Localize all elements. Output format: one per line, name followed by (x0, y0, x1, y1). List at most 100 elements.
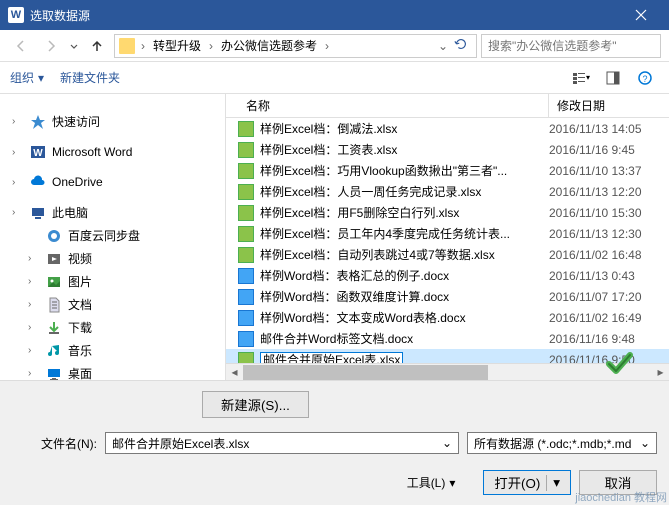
sidebar-item-star[interactable]: › 快速访问 (4, 110, 221, 133)
file-name: 样例Excel档：人员一周任务完成记录.xlsx (260, 183, 549, 200)
search-box[interactable] (481, 34, 661, 58)
file-row[interactable]: 邮件合并原始Excel表.xlsx 2016/11/16 9:50 (226, 349, 669, 363)
file-row[interactable]: 样例Word档：函数双维度计算.docx2016/11/07 17:20 (226, 286, 669, 307)
up-button[interactable] (84, 34, 110, 58)
sidebar-item-cloud[interactable]: ›OneDrive (4, 171, 221, 193)
list-view-icon (572, 71, 586, 85)
address-bar[interactable]: › 转型升级 › 办公微信选题参考 › ⌄ (114, 34, 477, 58)
chevron-down-icon (68, 38, 80, 54)
excel-file-icon (238, 184, 254, 200)
sidebar-item-desktop[interactable]: ›桌面 (4, 362, 221, 380)
file-name: 样例Excel档：用F5删除空白行列.xlsx (260, 204, 549, 221)
bottom-panel: 新建源(S)... 文件名(N): 邮件合并原始Excel表.xlsx ⌄ 所有… (0, 380, 669, 505)
file-name: 样例Excel档：巧用Vlookup函数揪出"第三者"... (260, 162, 549, 179)
sidebar-item-baidu[interactable]: 百度云同步盘 (4, 224, 221, 247)
file-list[interactable]: 样例Excel档：倒减法.xlsx2016/11/13 14:05样例Excel… (226, 118, 669, 363)
file-row[interactable]: 样例Excel档：工资表.xlsx2016/11/16 9:45 (226, 139, 669, 160)
star-icon (30, 114, 46, 130)
word-file-icon (238, 289, 254, 305)
horizontal-scrollbar[interactable]: ◂ ▸ (226, 363, 669, 380)
organize-button[interactable]: 组织 ▾ (10, 69, 44, 86)
chevron-down-icon: ▾ (38, 71, 44, 85)
breadcrumb-item[interactable]: 办公微信选题参考 (217, 35, 321, 56)
sidebar-item-label: 音乐 (68, 342, 92, 359)
svg-text:?: ? (642, 74, 647, 84)
file-row[interactable]: 样例Excel档：人员一周任务完成记录.xlsx2016/11/13 12:20 (226, 181, 669, 202)
file-row[interactable]: 样例Excel档：自动列表跳过4或7等数据.xlsx2016/11/02 16:… (226, 244, 669, 265)
music-icon (46, 343, 62, 359)
sidebar-item-music[interactable]: › 音乐 (4, 339, 221, 362)
video-icon (46, 251, 62, 267)
chevron-down-icon[interactable]: ▾ (546, 475, 560, 491)
sidebar-item-document[interactable]: ›文档 (4, 293, 221, 316)
sidebar-item-label: 快速访问 (52, 113, 100, 130)
sidebar-item-word[interactable]: ›WMicrosoft Word (4, 141, 221, 163)
forward-button[interactable] (38, 34, 64, 58)
sidebar-item-pc[interactable]: ›此电脑 (4, 201, 221, 224)
file-name: 样例Word档：函数双维度计算.docx (260, 288, 549, 305)
scroll-right-icon[interactable]: ▸ (652, 364, 669, 381)
open-button[interactable]: 打开(O) ▾ (483, 470, 571, 495)
file-row[interactable]: 样例Excel档：用F5删除空白行列.xlsx2016/11/10 15:30 (226, 202, 669, 223)
expand-icon: › (28, 345, 40, 356)
tools-button[interactable]: 工具(L) ▾ (407, 474, 456, 491)
file-name: 样例Excel档：倒减法.xlsx (260, 120, 549, 137)
refresh-button[interactable] (450, 37, 472, 54)
file-row[interactable]: 样例Excel档：巧用Vlookup函数揪出"第三者"...2016/11/10… (226, 160, 669, 181)
download-icon (46, 320, 62, 336)
filename-input[interactable]: 邮件合并原始Excel表.xlsx ⌄ (105, 432, 459, 454)
new-source-button[interactable]: 新建源(S)... (202, 391, 309, 418)
column-name-header[interactable]: 名称 (238, 93, 549, 118)
sidebar-item-label: 图片 (68, 273, 92, 290)
scroll-thumb[interactable] (243, 365, 488, 380)
view-mode-button[interactable]: ▾ (567, 67, 595, 89)
file-date: 2016/11/16 9:50 (549, 353, 669, 364)
sidebar-item-picture[interactable]: ›图片 (4, 270, 221, 293)
sidebar-item-download[interactable]: ›下载 (4, 316, 221, 339)
excel-file-icon (238, 121, 254, 137)
scroll-left-icon[interactable]: ◂ (226, 364, 243, 381)
refresh-icon (454, 37, 468, 51)
back-button[interactable] (8, 34, 34, 58)
file-row[interactable]: 邮件合并Word标签文档.docx2016/11/16 9:48 (226, 328, 669, 349)
search-input[interactable] (488, 39, 654, 53)
file-date: 2016/11/13 14:05 (549, 122, 669, 136)
file-rename-input[interactable]: 邮件合并原始Excel表.xlsx (260, 352, 403, 363)
file-date: 2016/11/07 17:20 (549, 290, 669, 304)
navigation-bar: › 转型升级 › 办公微信选题参考 › ⌄ (0, 30, 669, 62)
history-dropdown[interactable] (68, 34, 80, 58)
help-button[interactable]: ? (631, 67, 659, 89)
expand-icon: › (12, 147, 24, 158)
file-row[interactable]: 样例Excel档：倒减法.xlsx2016/11/13 14:05 (226, 118, 669, 139)
new-folder-button[interactable]: 新建文件夹 (60, 69, 120, 86)
file-row[interactable]: 样例Word档：表格汇总的例子.docx2016/11/13 0:43 (226, 265, 669, 286)
file-date: 2016/11/10 15:30 (549, 206, 669, 220)
file-date: 2016/11/16 9:48 (549, 332, 669, 346)
file-date: 2016/11/02 16:49 (549, 311, 669, 325)
expand-icon: › (28, 322, 40, 333)
help-icon: ? (638, 71, 652, 85)
file-date: 2016/11/13 12:20 (549, 185, 669, 199)
chevron-down-icon[interactable]: ⌄ (442, 436, 452, 450)
word-file-icon (238, 331, 254, 347)
excel-file-icon (238, 352, 254, 364)
excel-file-icon (238, 142, 254, 158)
file-row[interactable]: 样例Excel档：员工年内4季度完成任务统计表...2016/11/13 12:… (226, 223, 669, 244)
sidebar-item-video[interactable]: ›视频 (4, 247, 221, 270)
sidebar: ›快速访问›WMicrosoft Word›OneDrive›此电脑百度云同步盘… (0, 94, 226, 380)
preview-pane-button[interactable] (599, 67, 627, 89)
close-button[interactable] (621, 0, 661, 30)
sidebar-item-label: 此电脑 (52, 204, 88, 221)
filetype-select[interactable]: 所有数据源 (*.odc;*.mdb;*.md ⌄ (467, 432, 657, 454)
address-dropdown-icon[interactable]: ⌄ (436, 39, 450, 53)
file-date: 2016/11/13 0:43 (549, 269, 669, 283)
chevron-down-icon[interactable]: ⌄ (640, 436, 650, 450)
file-list-header: 名称 修改日期 (226, 94, 669, 118)
cancel-button[interactable]: 取消 (579, 470, 657, 495)
column-date-header[interactable]: 修改日期 (549, 93, 669, 118)
breadcrumb-sep-icon: › (323, 39, 331, 53)
breadcrumb-item[interactable]: 转型升级 (149, 35, 205, 56)
expand-icon: › (12, 116, 24, 127)
breadcrumb: › 转型升级 › 办公微信选题参考 › (139, 35, 436, 56)
file-row[interactable]: 样例Word档：文本变成Word表格.docx2016/11/02 16:49 (226, 307, 669, 328)
